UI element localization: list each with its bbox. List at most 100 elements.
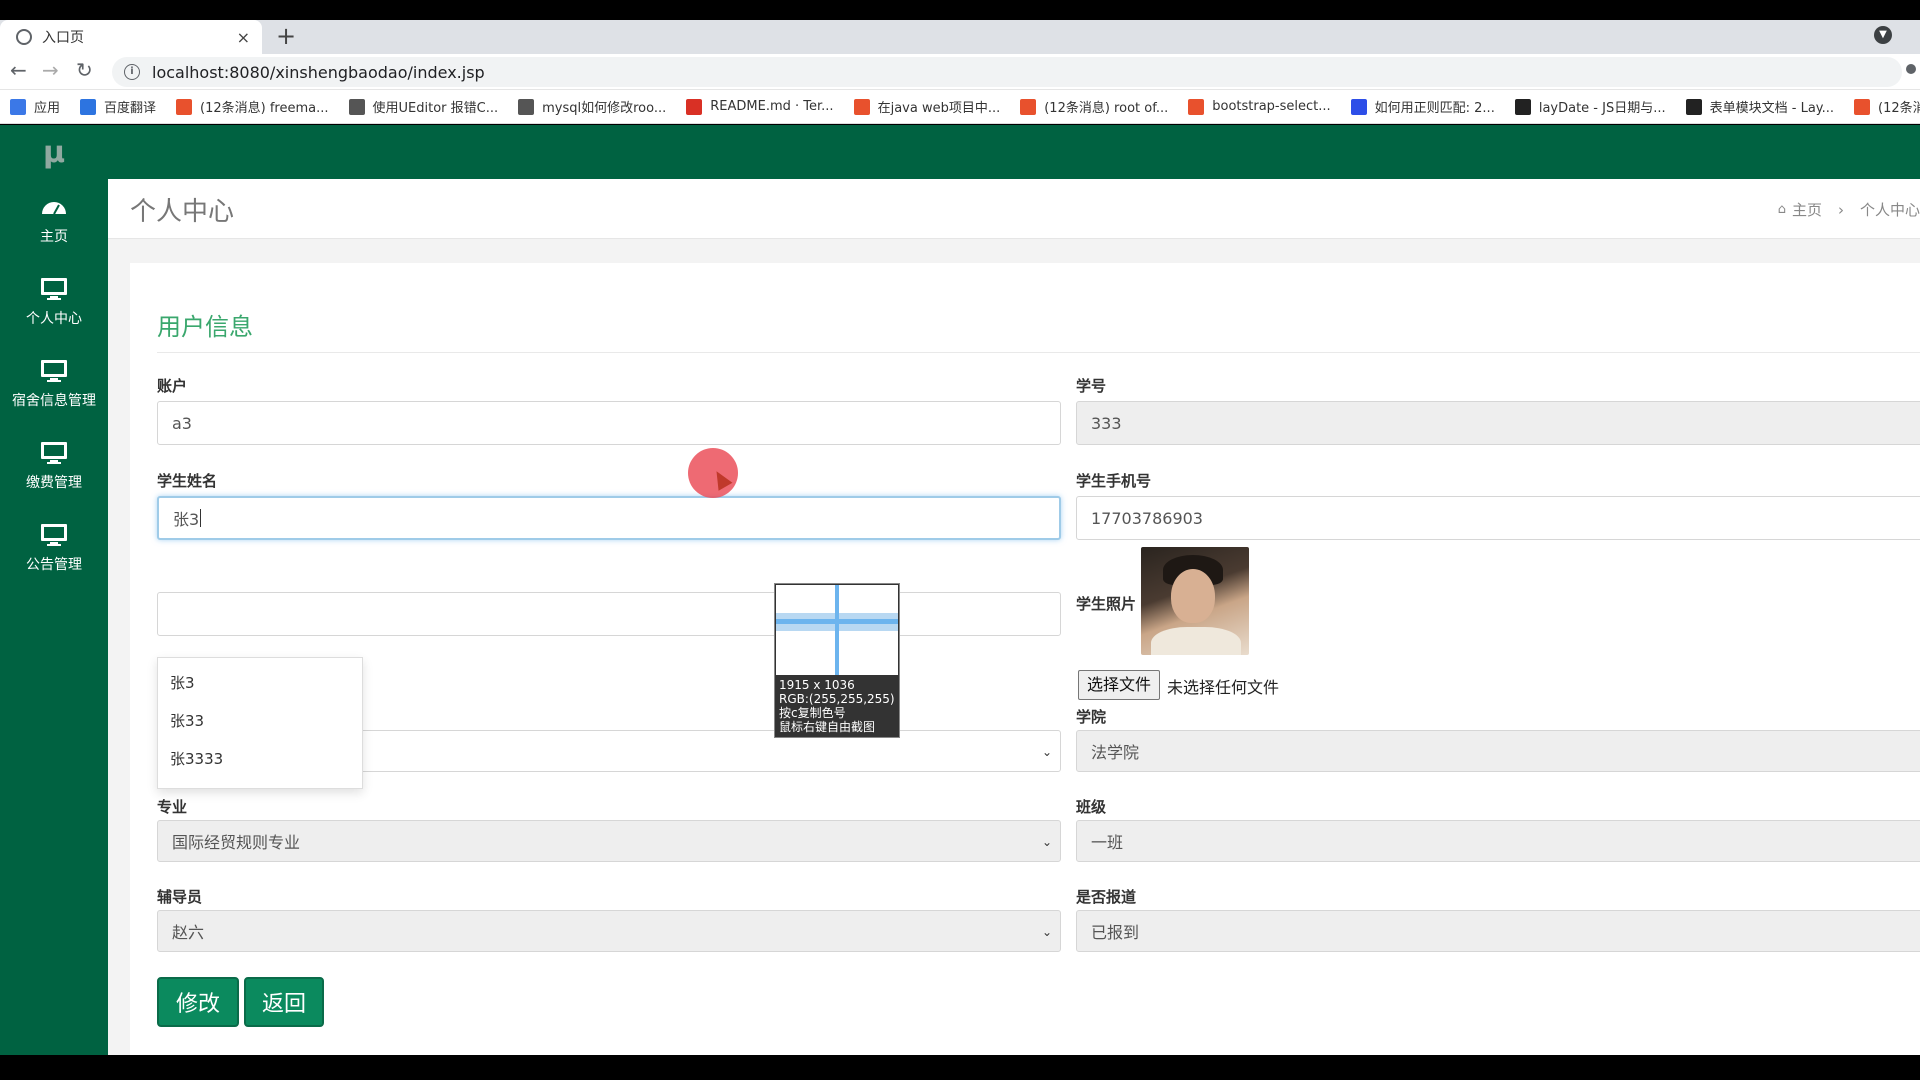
autocomplete-option[interactable]: 张3	[158, 664, 362, 702]
autocomplete-option[interactable]: 张3333	[158, 740, 362, 778]
reload-icon[interactable]: ↻	[76, 58, 93, 82]
account-label: 账户	[157, 377, 188, 395]
monitor-icon	[41, 278, 67, 300]
address-bar[interactable]: i localhost:8080/xinshengbaodao/index.js…	[112, 57, 1902, 87]
dashboard-icon	[42, 202, 66, 215]
top-navbar	[108, 125, 1920, 179]
autocomplete-dropdown: 张3 张33 张3333	[157, 657, 363, 789]
breadcrumb-separator: ›	[1837, 200, 1844, 219]
photo-label: 学生照片	[1076, 595, 1137, 613]
major-select[interactable]: 国际经贸规则专业 ⌄	[157, 820, 1061, 862]
bookmarks-bar: 应用 百度翻译 (12条消息) freema... 使用UEditor 报错C... m…	[0, 90, 1920, 124]
layui-icon	[1514, 98, 1531, 115]
bookmark-label: 在java web项目中...	[877, 101, 1001, 116]
class-select[interactable]: 一班	[1076, 820, 1920, 862]
sidebar-item[interactable]: 宿舍信息管理	[0, 343, 108, 425]
reported-value: 已报到	[1091, 923, 1140, 942]
bookmark-item[interactable]: 表单模块文档 - Lay...	[1685, 97, 1835, 116]
back-button[interactable]: 返回	[244, 977, 324, 1027]
text-caret	[200, 509, 202, 527]
major-value: 国际经贸规则专业	[172, 833, 301, 852]
bookmark-item[interactable]: (12条消息) 关于la...	[1854, 97, 1920, 116]
sidebar-item[interactable]: 公告管理	[0, 507, 108, 589]
monitor-icon	[41, 360, 67, 382]
browser-toolbar: ← → ↻ i localhost:8080/xinshengbaodao/in…	[0, 54, 1920, 90]
bookmark-item[interactable]: layDate - JS日期与...	[1514, 97, 1666, 116]
csdn-icon	[176, 98, 193, 115]
chevron-down-icon: ⌄	[1041, 745, 1052, 759]
bookmark-label: (12条消息) 关于la...	[1878, 101, 1920, 116]
student-no-input[interactable]: 333	[1076, 401, 1920, 445]
counselor-select[interactable]: 赵六 ⌄	[157, 910, 1061, 952]
sidebar-item[interactable]: 主页	[0, 179, 108, 261]
autocomplete-option[interactable]: 张33	[158, 702, 362, 740]
picker-hint-copy: 按c复制色号	[779, 706, 846, 720]
sidebar-item-label: 个人中心	[26, 311, 82, 327]
breadcrumb: ⌂ 主页 › 个人中心	[1778, 199, 1920, 220]
bookmark-item[interactable]: 百度翻译	[80, 97, 156, 116]
phone-input[interactable]: 17703786903	[1076, 496, 1920, 540]
choose-file-button[interactable]: 选择文件	[1078, 670, 1161, 700]
college-select[interactable]: 法学院	[1076, 730, 1920, 772]
submit-button[interactable]: 修改	[157, 977, 239, 1027]
new-tab-button[interactable]: +	[276, 22, 296, 50]
browser-tab[interactable]: 入口页 ×	[0, 20, 262, 54]
bookmark-item[interactable]: bootstrap-select...	[1188, 98, 1331, 115]
dog-icon	[518, 98, 535, 115]
monitor-icon	[41, 442, 67, 464]
student-photo	[1141, 547, 1249, 655]
phone-value: 17703786903	[1091, 508, 1203, 528]
sidebar-item-label: 缴费管理	[26, 475, 82, 491]
bookmark-label: 表单模块文档 - Lay...	[1709, 101, 1835, 116]
bookmark-item[interactable]: mysql如何修改roo...	[518, 97, 666, 116]
sidebar-item[interactable]: 个人中心	[0, 261, 108, 343]
class-value: 一班	[1091, 833, 1124, 852]
breadcrumb-home[interactable]: 主页	[1792, 199, 1822, 220]
picker-rgb: RGB:(255,255,255)	[779, 692, 895, 706]
bookmark-label: mysql如何修改roo...	[542, 101, 667, 116]
panel-title: 用户信息	[157, 313, 253, 341]
tab-strip: 入口页 × + ▼	[0, 20, 1920, 54]
close-tab-icon[interactable]: ×	[237, 28, 250, 47]
page-title: 个人中心	[130, 197, 235, 227]
bookmark-item[interactable]: 如何用正则匹配: 2...	[1350, 97, 1495, 116]
class-label: 班级	[1076, 798, 1107, 816]
bookmark-label: 使用UEditor 报错C...	[372, 101, 499, 116]
college-value: 法学院	[1091, 743, 1140, 762]
sidebar-item-label: 公告管理	[26, 557, 82, 573]
globe-icon	[16, 29, 32, 45]
tab-title: 入口页	[42, 30, 84, 46]
extension-icon[interactable]	[1906, 64, 1916, 74]
bookmark-item[interactable]: (12条消息) freema...	[176, 97, 329, 116]
student-no-label: 学号	[1076, 377, 1107, 395]
counselor-label: 辅导员	[157, 888, 203, 906]
college-label: 学院	[1076, 708, 1107, 726]
page-header: 个人中心 ⌂ 主页 › 个人中心	[108, 179, 1920, 239]
hidden-field-input[interactable]	[157, 592, 1061, 636]
bookmark-item[interactable]: 使用UEditor 报错C...	[348, 97, 499, 116]
account-input[interactable]: a3	[157, 401, 1061, 445]
sidebar-item-label: 主页	[40, 229, 68, 245]
site-info-icon[interactable]: i	[124, 64, 140, 80]
magnifier	[776, 585, 898, 675]
bookmark-item[interactable]: 在java web项目中...	[853, 97, 1001, 116]
tab-search-icon[interactable]: ▼	[1874, 26, 1892, 44]
brand-logo: μ	[42, 134, 66, 170]
chevron-down-icon: ⌄	[1041, 925, 1052, 939]
layui-icon	[1685, 98, 1702, 115]
counselor-value: 赵六	[172, 923, 205, 942]
back-icon[interactable]: ←	[10, 58, 27, 82]
color-picker-overlay: 1915 x 1036 RGB:(255,255,255) 按c复制色号 鼠标右…	[774, 583, 900, 738]
bookmark-item[interactable]: 应用	[10, 97, 60, 116]
bookmark-label: 如何用正则匹配: 2...	[1374, 101, 1495, 116]
form-panel: 用户信息 账户 a3 学号 333 学生姓名 张3 学生手机号 17703786…	[130, 263, 1920, 1055]
forward-icon[interactable]: →	[42, 58, 59, 82]
reported-select[interactable]: 已报到	[1076, 910, 1920, 952]
student-name-input[interactable]: 张3	[157, 496, 1061, 540]
bookmark-label: bootstrap-select...	[1212, 99, 1331, 114]
phone-label: 学生手机号	[1076, 472, 1152, 490]
jianshu-icon	[1188, 98, 1205, 115]
sidebar-item[interactable]: 缴费管理	[0, 425, 108, 507]
bookmark-item[interactable]: README.md · Ter...	[686, 98, 834, 115]
bookmark-item[interactable]: (12条消息) root of...	[1020, 97, 1168, 116]
